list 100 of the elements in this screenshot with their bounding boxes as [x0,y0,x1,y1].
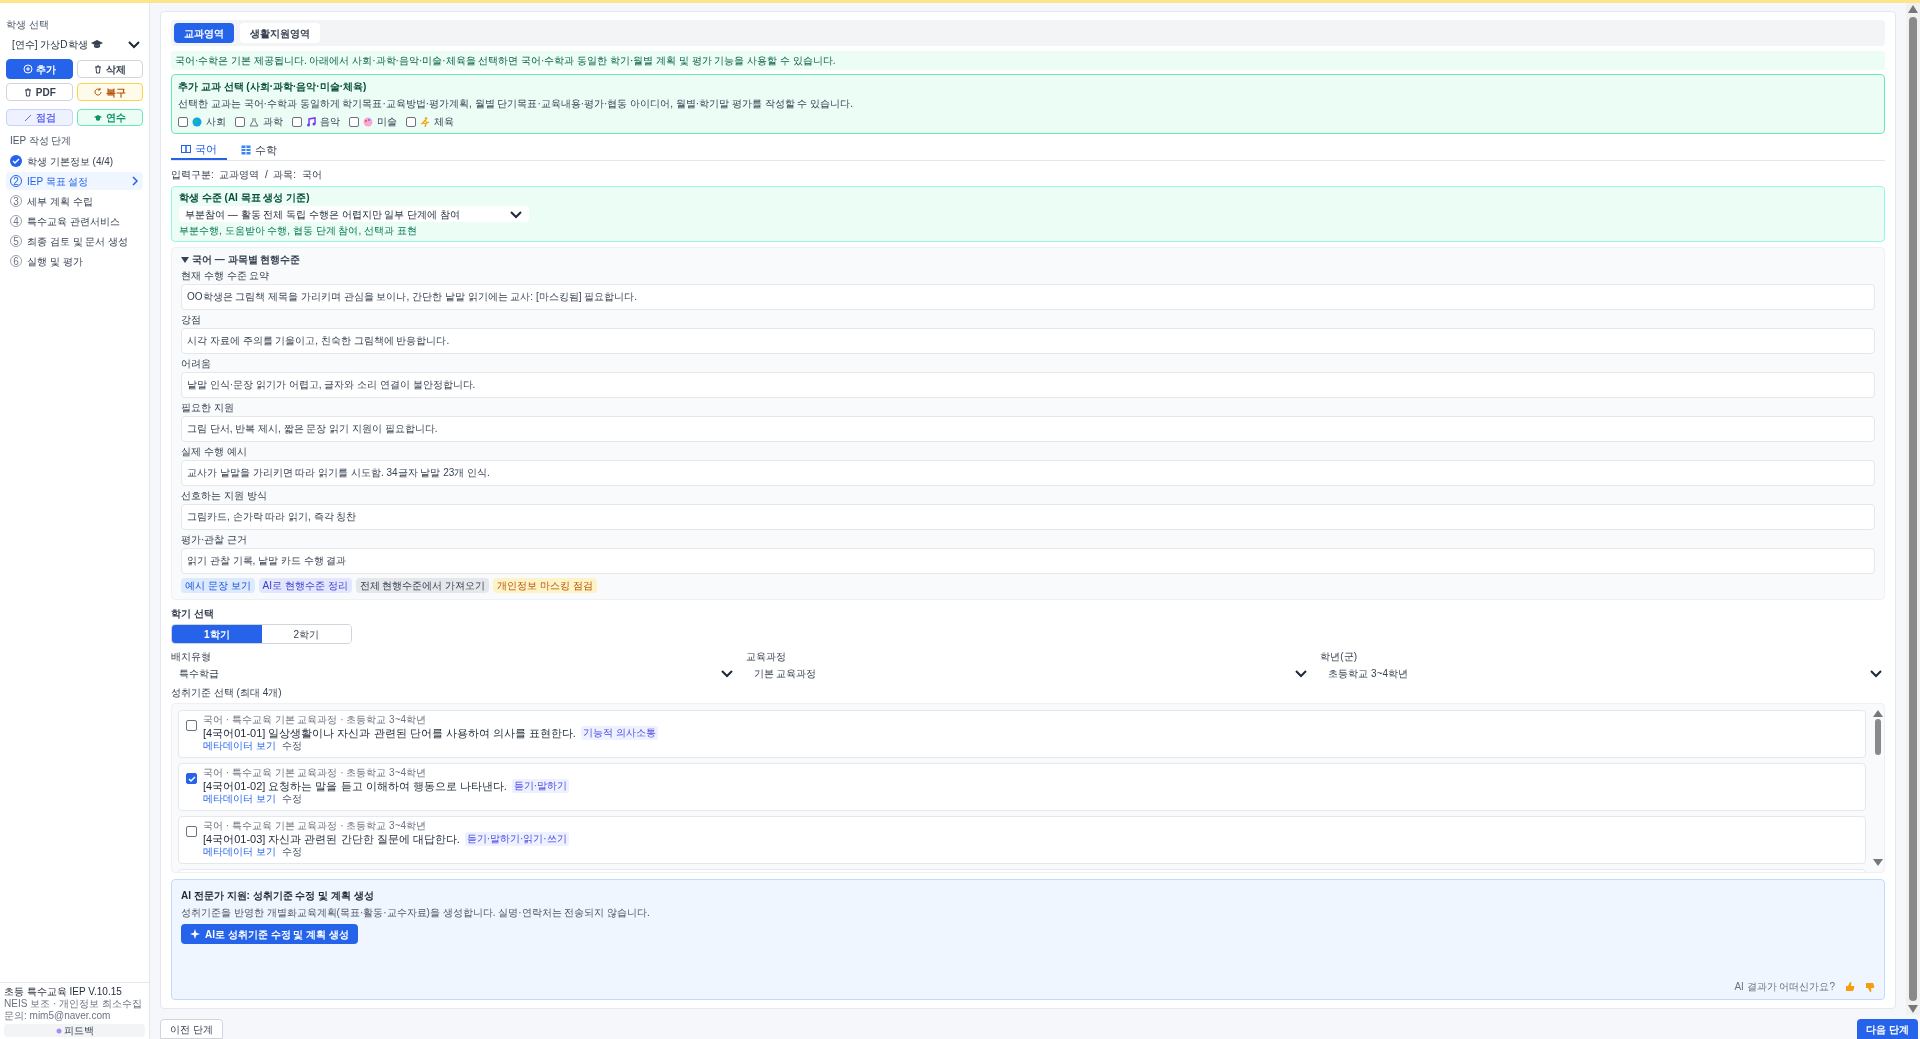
section-header[interactable]: 국어 — 과목별 현행수준 [181,252,1875,267]
action-button[interactable]: AI로 현행수준 정리 [258,578,352,593]
panel-description: 선택한 교과는 국어·수학과 동일하게 학기목표·교육방법·평가계획, 월별 단기목표·교육내용·평가·협동 아이디어, 월별·학기말 평가를 작성할 수 있습니다. [178,97,854,111]
standard-card[interactable]: 국어 · 특수교육 기본 교육과정 · 초등학교 3~4학년 [4국어01-02] 요청하는 말을 듣고 이해하여 행동으로 나타낸다. 듣기·말하기 메타데이터 보기 수정 [178,763,1866,811]
option-label[interactable]: 음악 [320,114,340,129]
subject-tab[interactable]: 국어 [171,140,227,160]
step-item[interactable]: 3 세부 계획 수립 [6,192,143,210]
standard-card[interactable]: 국어 · 특수교육 기본 교육과정 · 초등학교 3~4학년 [4국어01-03] 자신과 관련된 간단한 질문에 대답한다. 듣기·말하기·읽기·쓰기 메타데이터 보기 수정 [178,816,1866,864]
footer-text: 문의: mim5@naver.com [4,1010,112,1022]
checkbox[interactable] [406,116,416,127]
text-area[interactable]: 시각 자료에 주의를 기울이고, 친숙한 그림책에 반응합니다. [181,328,1875,354]
level-select[interactable]: 부분참여 — 활동 전체 독립 수행은 어렵지만 일부 단계에 참여 [179,206,529,222]
student-select[interactable]: [연수] 가상D학생 [6,35,143,53]
thumbs-down-button[interactable] [1865,981,1875,992]
area-tab[interactable]: 생활지원영역 [240,23,320,43]
step-item[interactable]: 6 실행 및 평가 [6,252,143,270]
dropdown[interactable]: 초등학교 3~4학년 [1320,665,1885,681]
sidebar-button[interactable]: 복구 [76,83,143,101]
checkbox[interactable] [178,116,188,127]
checkbox[interactable] [349,116,359,127]
checkbox[interactable] [186,773,197,784]
chevron-down-icon [1869,667,1883,679]
scrollbar-thumb[interactable] [1909,17,1917,1001]
subject-tab[interactable]: 수학 [231,140,287,160]
panel-title: 학생 수준 (AI 목표 생성 기준) [179,191,311,205]
link[interactable]: 메타데이터 보기 [203,846,276,858]
thumbs-up-button[interactable] [1845,981,1855,992]
tag: 기능적 의사소통 [580,726,658,740]
field-label: 강점 [181,314,202,326]
step-label: 실행 및 평가 [27,254,84,269]
text-area[interactable]: 낱말 인식·문장 읽기가 어렵고, 글자와 소리 연결이 불안정합니다. [181,372,1875,398]
checkbox[interactable] [235,116,245,127]
checkbox[interactable] [292,116,302,127]
field-label: 어려움 [181,358,212,370]
field-label: 필요한 지원 [181,402,235,414]
step-item[interactable]: 2 IEP 목표 설정 [6,172,143,190]
panel-hint: 부분수행, 도움받아 수행, 협동 단계 참여, 선택과 표현 [179,224,418,238]
field-label: 평가·관찰 근거 [181,534,249,546]
link[interactable]: 수정 [281,740,302,752]
checkbox[interactable] [186,720,197,731]
check-circle-icon [10,155,22,167]
field-label: 교육과정 [745,650,787,664]
option-label[interactable]: 미술 [377,114,397,129]
step-item[interactable]: 4 특수교육 관련서비스 [6,212,143,230]
step-item[interactable]: 학생 기본정보 (4/4) [6,152,143,170]
button-icon [22,64,33,74]
sidebar-button[interactable]: 추가 [6,59,73,79]
option-label[interactable]: 사회 [206,114,226,129]
sidebar-button[interactable]: 점검 [6,109,73,126]
dropdown[interactable]: 특수학급 [171,665,736,681]
thumbs-up-icon [1845,981,1855,992]
text-area[interactable]: OO학생은 그림책 제목을 가리키며 관심을 보이나, 간단한 낱말 읽기에는 교사: [마스킹됨] 필요합니다. [181,284,1875,310]
select-value: [연수] 가상D학생 [12,37,88,52]
link[interactable]: 메타데이터 보기 [203,740,276,752]
scroll-up-icon [1873,710,1883,717]
semester-option[interactable]: 1학기 [172,625,262,643]
action-button[interactable]: 예시 문장 보기 [181,578,255,593]
page-scrollbar[interactable] [1906,3,1920,1015]
graduation-cap-icon [90,39,103,49]
checkbox[interactable] [186,826,197,837]
chevron-right-icon [131,176,139,186]
button-icon [93,64,104,74]
step-label: 세부 계획 수립 [27,194,94,209]
standard-card[interactable]: 국어 · 특수교육 기본 교육과정 · 초등학교 3~4학년 [4국어01-01] 일상생활이나 자신과 관련된 단어를 사용하여 의사를 표현한다. 기능적 의사소통 메타데이터 보기 수정 [178,710,1866,758]
link[interactable]: 수정 [281,793,302,805]
option-label[interactable]: 과학 [263,114,283,129]
link[interactable]: 수정 [281,846,302,858]
panel-title: 추가 교과 선택 (사회·과학·음악·미술·체육) [178,80,368,94]
chevron-down-icon [1294,667,1309,679]
text-area[interactable]: 그림 단서, 반복 제시, 짧은 문장 읽기 지원이 필요합니다. [181,416,1875,442]
previous-step-button[interactable]: 이전 단계 [160,1019,223,1039]
sidebar-button[interactable]: 연수 [76,109,143,126]
next-step-button[interactable]: 다음 단계 [1857,1019,1918,1039]
link[interactable]: 메타데이터 보기 [203,793,276,805]
option-label[interactable]: 체육 [434,114,454,129]
scrollbar-thumb[interactable] [1875,719,1881,755]
select-value: 부분참여 — 활동 전체 독립 수행은 어렵지만 일부 단계에 참여 [185,207,460,222]
area-tab[interactable]: 교과영역 [174,23,234,43]
field-label: 성취기준 선택 (최대 4개) [171,686,283,700]
text-area[interactable]: 읽기 관찰 기록, 낱말 카드 수행 결과 [181,548,1875,574]
ai-generate-button[interactable]: AI로 성취기준 수정 및 계획 생성 [181,924,358,944]
sidebar-button[interactable]: 삭제 [76,60,143,78]
standard-meta: 국어 · 특수교육 기본 교육과정 · 초등학교 3~4학년 [203,767,428,779]
field-label: 현재 수행 수준 요약 [181,270,271,282]
field-label: 학기 선택 [171,607,215,621]
text-area[interactable]: 그림카드, 손가락 따라 읽기, 즉각 칭찬 [181,504,1875,530]
action-button[interactable]: 개인정보 마스킹 점검 [493,578,597,593]
dropdown[interactable]: 기본 교육과정 [745,665,1311,681]
feedback-button[interactable]: 피드백 [4,1024,145,1037]
sidebar-button[interactable]: PDF [6,83,73,101]
scroll-up-icon[interactable] [1908,5,1918,13]
scroll-down-icon[interactable] [1908,1005,1918,1013]
button-icon [93,112,104,123]
footer-text: 초등 특수교육 IEP V.10.15 [4,986,123,998]
text-area[interactable]: 교사가 낱말을 가리키면 따라 읽기를 시도함. 34글자 낱말 23개 인식. [181,460,1875,486]
field-label: 학년(군) [1320,650,1358,664]
action-button[interactable]: 전체 현행수준에서 가져오기 [355,578,490,593]
step-item[interactable]: 5 최종 검토 및 문서 생성 [6,232,143,250]
field-label: 실제 수행 예시 [181,446,248,458]
chevron-down-icon [127,38,141,50]
